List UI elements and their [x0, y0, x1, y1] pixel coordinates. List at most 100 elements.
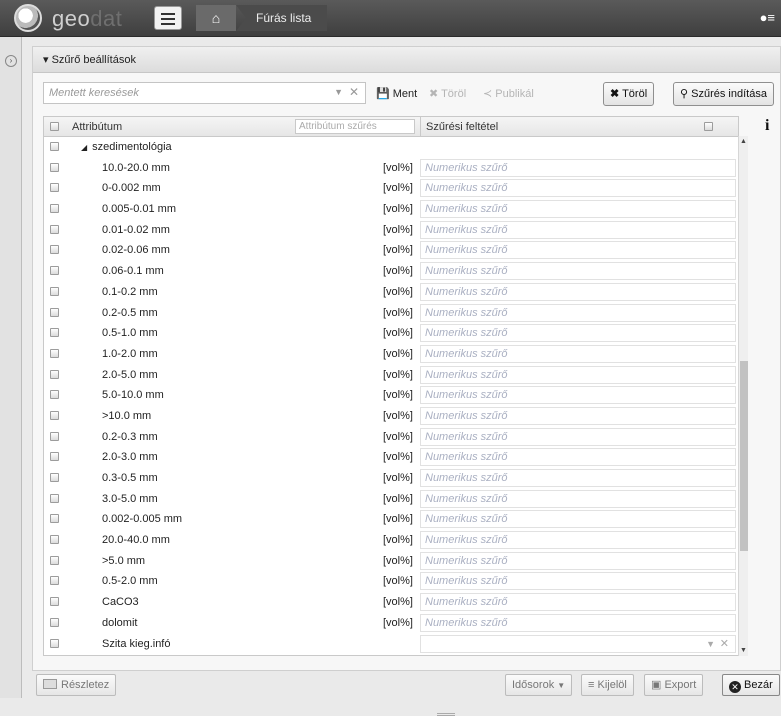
condition-field[interactable] — [420, 324, 736, 343]
table-row[interactable]: 0.06-0.1 mm [vol%] — [44, 261, 738, 282]
table-row[interactable]: 0.02-0.06 mm [vol%] — [44, 240, 738, 261]
condition-input[interactable] — [421, 263, 721, 280]
condition-input[interactable] — [421, 407, 721, 424]
publish-button[interactable]: ≺ Publikál — [483, 87, 534, 100]
row-checkbox[interactable] — [50, 638, 59, 648]
column-header-condition[interactable]: Szűrési feltétel — [426, 121, 498, 133]
condition-field[interactable] — [420, 179, 736, 198]
table-row[interactable]: 0.01-0.02 mm [vol%] — [44, 220, 738, 241]
condition-field[interactable] — [420, 241, 736, 260]
condition-input[interactable] — [421, 573, 721, 590]
condition-field[interactable] — [420, 220, 736, 239]
delete-saved-button[interactable]: ✖ Töröl — [429, 87, 466, 100]
row-checkbox[interactable] — [50, 266, 59, 276]
condition-input[interactable] — [421, 511, 721, 528]
row-checkbox[interactable] — [50, 142, 59, 151]
row-checkbox[interactable] — [50, 597, 59, 607]
condition-input[interactable] — [421, 490, 721, 507]
condition-field[interactable]: ▼ ✕ — [420, 634, 736, 653]
condition-input[interactable] — [421, 180, 721, 197]
condition-input[interactable] — [421, 242, 721, 259]
table-row[interactable]: >10.0 mm [vol%] — [44, 406, 738, 427]
table-row[interactable]: Szita kieg.infó ▼ ✕ — [44, 634, 738, 655]
condition-field[interactable] — [420, 489, 736, 508]
clear-filter-button[interactable]: ✖ Töröl — [603, 82, 655, 106]
condition-field[interactable] — [420, 406, 736, 425]
row-checkbox[interactable] — [50, 390, 59, 400]
condition-field[interactable] — [420, 158, 736, 177]
clear-x-icon[interactable]: ✕ — [349, 85, 359, 99]
table-row[interactable]: 0.2-0.5 mm [vol%] — [44, 303, 738, 324]
saved-search-combo[interactable]: ▼ ✕ — [43, 82, 366, 104]
row-checkbox[interactable] — [50, 555, 59, 565]
condition-field[interactable] — [420, 427, 736, 446]
row-checkbox[interactable] — [50, 431, 59, 441]
row-checkbox[interactable] — [50, 617, 59, 627]
table-row[interactable]: 20.0-40.0 mm [vol%] — [44, 530, 738, 551]
condition-input[interactable] — [421, 635, 721, 652]
condition-field[interactable] — [420, 365, 736, 384]
export-button[interactable]: ▣ Export — [644, 674, 704, 696]
expand-rail-icon[interactable]: › — [5, 55, 17, 67]
condition-field[interactable] — [420, 531, 736, 550]
row-checkbox[interactable] — [50, 514, 59, 524]
attribute-filter-input[interactable] — [295, 119, 415, 134]
condition-input[interactable] — [421, 532, 721, 549]
condition-field[interactable] — [420, 510, 736, 529]
table-row[interactable]: CaCO3 [vol%] — [44, 592, 738, 613]
table-row[interactable]: 0.3-0.5 mm [vol%] — [44, 468, 738, 489]
row-checkbox[interactable] — [50, 473, 59, 482]
breadcrumb-furas-lista[interactable]: Fúrás lista — [236, 5, 328, 31]
condition-input[interactable] — [421, 552, 721, 569]
row-checkbox[interactable] — [50, 162, 59, 172]
row-checkbox[interactable] — [50, 410, 59, 420]
condition-input[interactable] — [421, 366, 721, 383]
condition-field[interactable] — [420, 551, 736, 570]
save-button[interactable]: 💾 Ment — [376, 87, 417, 100]
info-icon[interactable]: i — [765, 117, 769, 135]
lock-menu-icon[interactable]: ●≡ — [760, 10, 775, 25]
condition-field[interactable] — [420, 386, 736, 405]
home-icon[interactable]: ⌂ — [196, 5, 236, 31]
condition-field[interactable] — [420, 572, 736, 591]
table-row[interactable]: 2.0-3.0 mm [vol%] — [44, 447, 738, 468]
condition-field[interactable] — [420, 469, 736, 487]
table-row[interactable]: 0.002-0.005 mm [vol%] — [44, 509, 738, 530]
clear-x-icon[interactable]: ✕ — [720, 637, 729, 650]
table-row[interactable]: 0.5-1.0 mm [vol%] — [44, 323, 738, 344]
condition-input[interactable] — [421, 614, 721, 631]
row-checkbox[interactable] — [50, 245, 59, 255]
row-checkbox[interactable] — [50, 369, 59, 379]
saved-search-input[interactable] — [44, 83, 314, 103]
condition-field[interactable] — [420, 262, 736, 281]
start-filter-button[interactable]: ⚲ Szűrés indítása — [673, 82, 774, 106]
condition-input[interactable] — [421, 304, 721, 321]
table-row[interactable]: 3.0-5.0 mm [vol%] — [44, 489, 738, 510]
select-all-checkbox[interactable] — [50, 122, 59, 131]
table-row[interactable]: 10.0-20.0 mm [vol%] — [44, 158, 738, 179]
condition-input[interactable] — [421, 159, 721, 176]
condition-input[interactable] — [421, 283, 721, 300]
panel-header[interactable]: ▾ Szűrő beállítások — [33, 47, 780, 73]
select-button[interactable]: ≡ Kijelöl — [581, 674, 634, 696]
condition-input[interactable] — [421, 345, 721, 362]
condition-input[interactable] — [421, 449, 721, 466]
table-row[interactable]: >5.0 mm [vol%] — [44, 551, 738, 572]
table-row[interactable]: 0.005-0.01 mm [vol%] — [44, 199, 738, 220]
condition-input[interactable] — [421, 387, 721, 404]
table-row[interactable]: 1.0-2.0 mm [vol%] — [44, 344, 738, 365]
row-checkbox[interactable] — [50, 224, 59, 234]
table-row[interactable]: 2.0-5.0 mm [vol%] — [44, 365, 738, 386]
condition-input[interactable] — [421, 594, 721, 611]
row-checkbox[interactable] — [50, 576, 59, 586]
condition-input[interactable] — [421, 428, 721, 445]
row-checkbox[interactable] — [50, 286, 59, 296]
condition-field[interactable] — [420, 613, 736, 632]
table-row[interactable]: 0-0.002 mm [vol%] — [44, 178, 738, 199]
condition-field[interactable] — [420, 200, 736, 219]
table-row[interactable]: konkréció, ásványleírás — [44, 654, 738, 655]
row-checkbox[interactable] — [50, 535, 59, 545]
row-checkbox[interactable] — [50, 183, 59, 193]
table-row[interactable]: dolomit [vol%] — [44, 613, 738, 634]
condition-field[interactable] — [420, 303, 736, 322]
